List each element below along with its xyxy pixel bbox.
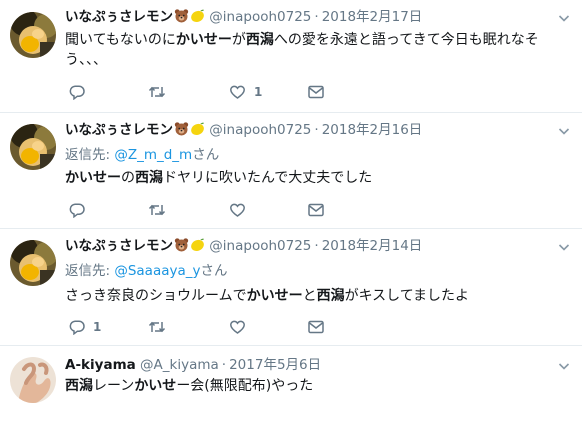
user-handle[interactable]: @inapooh0725 [209,238,311,254]
user-handle[interactable]: @inapooh0725 [209,9,311,25]
reply-button[interactable]: 1 [69,318,101,336]
highlighted-keyword: 西潟 [65,378,93,394]
tweet[interactable]: いなぷぅさレモン @inapooh0725 · 2018年2月16日 返信先: @Z… [0,113,582,229]
avatar[interactable] [10,357,56,403]
highlighted-keyword: かいせー [246,288,303,304]
message-button[interactable] [308,201,324,219]
highlighted-keyword: かいせー [175,32,232,48]
envelope-icon [308,203,324,217]
retweet-button[interactable] [148,201,174,219]
text-segment: が [231,32,246,48]
highlighted-keyword: 西潟 [245,32,274,48]
avatar[interactable] [10,240,56,286]
avatar[interactable] [10,12,56,58]
reply-label: 返信先: [65,263,115,279]
tweet-text: 西潟レーンかいせー会(無限配布)やった [65,376,564,396]
reply-count: 1 [93,320,102,334]
reply-to-user[interactable]: @Z_m_d_m [114,147,192,163]
separator-dot: · [314,9,319,25]
reply-suffix: さん [192,147,220,163]
tweet-text: さっき奈良のショウルームでかいせーと西潟がキスしてましたよ [65,286,564,306]
heart-icon [230,203,245,217]
retweet-button[interactable] [148,83,174,101]
highlighted-keyword: 西潟 [135,170,163,186]
reply-button[interactable] [69,83,93,101]
tweet-date[interactable]: 2018年2月17日 [322,9,423,25]
tweet-date[interactable]: 2018年2月16日 [322,122,423,138]
reply-icon [69,85,85,100]
separator-dot: · [221,357,227,373]
reply-button[interactable] [69,201,93,219]
tweet-date[interactable]: 2018年2月14日 [322,238,423,254]
message-button[interactable] [308,83,324,101]
tweet-header: いなぷぅさレモン @inapooh0725 · 2018年2月16日 [65,121,422,141]
reply-to-user[interactable]: @Saaaaya_y [114,263,200,279]
retweet-button[interactable] [148,318,174,336]
chevron-down-icon[interactable] [558,125,570,137]
display-name[interactable]: いなぷぅさレモン [65,238,173,254]
reply-label: 返信先: [65,147,115,163]
reply-icon [69,320,85,335]
tweet-date[interactable]: 2017年5月6日 [229,357,321,373]
text-segment: 聞いてもないのに [65,32,176,48]
text-segment: ー会(無限配布)やった [176,378,314,394]
text-segment: と [302,288,317,304]
like-button[interactable] [229,201,254,219]
heart-icon [230,320,245,334]
user-handle[interactable]: @inapooh0725 [209,122,311,138]
tweet-header: いなぷぅさレモン @inapooh0725 · 2018年2月17日 [65,8,422,28]
retweet-icon [148,204,166,216]
tweet[interactable]: いなぷぅさレモン @inapooh0725 · 2018年2月17日 聞いてもないの… [0,0,582,113]
text-segment: がキスしてましたよ [344,288,470,304]
tweet-text: かいせーの西潟ドヤリに吹いたんで大丈夫でした [65,168,564,188]
tweet[interactable]: いなぷぅさレモン @inapooh0725 · 2018年2月14日 返信先: @S… [0,229,582,346]
chevron-down-icon[interactable] [558,12,570,24]
separator-dot: · [314,238,319,254]
text-segment: さっき奈良のショウルームで [65,288,247,304]
like-count: 1 [254,85,263,99]
bear-emoji-icon [174,237,189,257]
tweet-header: A-kiyama @A_kiyama · 2017年5月6日 [65,356,321,374]
lemon-emoji-icon [190,121,205,141]
retweet-icon [148,86,166,98]
display-name[interactable]: A-kiyama [65,357,136,373]
reply-context: 返信先: @Z_m_d_mさん [65,146,219,164]
envelope-icon [308,320,324,334]
highlighted-keyword: かいせー [65,170,121,186]
text-segment: の [121,170,135,186]
tweet[interactable]: A-kiyama @A_kiyama · 2017年5月6日 西潟レーンかいせー会(… [0,346,582,438]
bear-emoji-icon [174,8,189,28]
envelope-icon [308,85,324,99]
text-segment: レーン [93,378,135,394]
text-segment: ドヤリに吹いたんで大丈夫でした [163,170,373,186]
tweet-text: 聞いてもないのにかいせーが西潟への愛を永遠と語ってきて今日も眠れなそう、、、 [65,30,564,70]
retweet-icon [148,321,166,333]
display-name[interactable]: いなぷぅさレモン [65,122,173,138]
chevron-down-icon[interactable] [558,241,570,253]
message-button[interactable] [308,318,324,336]
heart-icon [230,85,245,99]
display-name[interactable]: いなぷぅさレモン [65,9,173,25]
tweet-header: いなぷぅさレモン @inapooh0725 · 2018年2月14日 [65,237,422,257]
user-handle[interactable]: @A_kiyama [140,357,219,373]
reply-context: 返信先: @Saaaaya_yさん [65,262,228,280]
lemon-emoji-icon [190,8,205,28]
separator-dot: · [314,122,319,138]
highlighted-keyword: かいせ [134,378,177,394]
reply-suffix: さん [200,263,228,279]
chevron-down-icon[interactable] [558,360,570,372]
lemon-emoji-icon [190,237,205,257]
like-button[interactable] [229,318,254,336]
like-button[interactable]: 1 [229,83,262,101]
avatar[interactable] [10,124,56,170]
highlighted-keyword: 西潟 [316,288,345,304]
bear-emoji-icon [174,121,189,141]
reply-icon [69,203,85,218]
